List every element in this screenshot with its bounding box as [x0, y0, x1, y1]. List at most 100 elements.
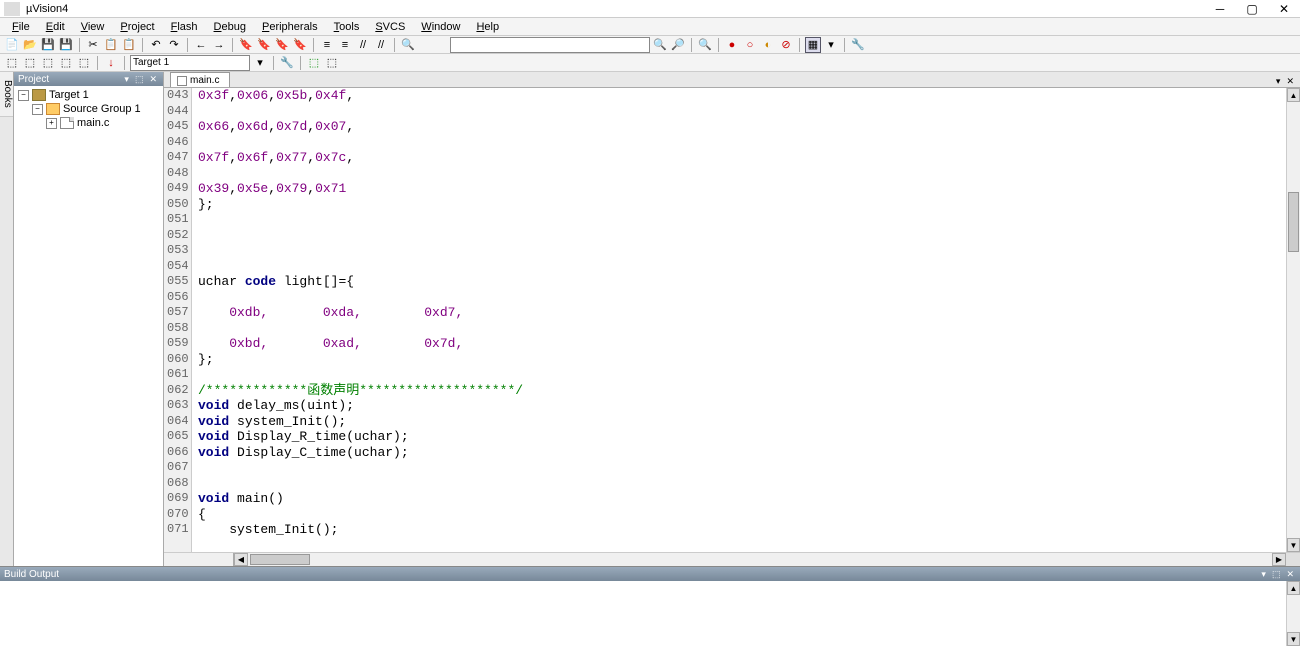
menu-project[interactable]: Project	[112, 21, 162, 33]
indent-right-icon[interactable]: ≡	[337, 37, 353, 53]
target-combo[interactable]	[130, 55, 250, 71]
target-dropdown-icon[interactable]: ▾	[252, 55, 268, 71]
build-vertical-scrollbar[interactable]: ▲ ▼	[1286, 581, 1300, 646]
code-line[interactable]: void system_Init();	[198, 414, 1286, 430]
menu-flash[interactable]: Flash	[163, 21, 206, 33]
undo-icon[interactable]: ↶	[148, 37, 164, 53]
code-line[interactable]	[198, 104, 1286, 120]
code-line[interactable]: void Display_C_time(uchar);	[198, 445, 1286, 461]
editor-vertical-scrollbar[interactable]: ▲ ▼	[1286, 88, 1300, 552]
save-all-icon[interactable]: 💾	[58, 37, 74, 53]
expand-icon[interactable]: +	[46, 118, 57, 129]
code-line[interactable]: 0xbd, 0xad, 0x7d,	[198, 336, 1286, 352]
tree-group-node[interactable]: − Source Group 1	[14, 102, 163, 116]
code-line[interactable]: void main()	[198, 491, 1286, 507]
manage-components-icon[interactable]: ⬚	[324, 55, 340, 71]
bookmark-icon[interactable]: 🔖	[238, 37, 254, 53]
scroll-up-icon[interactable]: ▲	[1287, 88, 1300, 102]
code-line[interactable]: /*************函数声明********************/	[198, 383, 1286, 399]
bookmark-next-icon[interactable]: 🔖	[274, 37, 290, 53]
redo-icon[interactable]: ↷	[166, 37, 182, 53]
menu-peripherals[interactable]: Peripherals	[254, 21, 326, 33]
breakpoint-enable-icon[interactable]: ○	[742, 37, 758, 53]
code-line[interactable]: uchar code light[]={	[198, 274, 1286, 290]
code-line[interactable]: void Display_R_time(uchar);	[198, 429, 1286, 445]
incremental-find-icon[interactable]: 🔎	[670, 37, 686, 53]
build-output-body[interactable]: ▲ ▼	[0, 581, 1300, 646]
expand-icon[interactable]: −	[18, 90, 29, 101]
breakpoint-icon[interactable]: ●	[724, 37, 740, 53]
code-line[interactable]	[198, 460, 1286, 476]
scroll-right-icon[interactable]: ▶	[1272, 553, 1286, 566]
copy-icon[interactable]: 📋	[103, 37, 119, 53]
nav-fwd-icon[interactable]: →	[211, 37, 227, 53]
uncomment-icon[interactable]: //	[373, 37, 389, 53]
cut-icon[interactable]: ✂	[85, 37, 101, 53]
breakpoint-disable-icon[interactable]: ◐	[760, 37, 776, 53]
maximize-button[interactable]: ▢	[1240, 1, 1264, 17]
close-button[interactable]: ✕	[1272, 1, 1296, 17]
editor-tab-mainc[interactable]: main.c	[170, 72, 230, 87]
code-line[interactable]	[198, 166, 1286, 182]
panel-close-icon[interactable]: ✕	[147, 74, 159, 85]
editor-horizontal-scrollbar[interactable]: ◀ ▶	[164, 552, 1300, 566]
new-file-icon[interactable]: 📄	[4, 37, 20, 53]
comment-icon[interactable]: //	[355, 37, 371, 53]
code-line[interactable]	[198, 228, 1286, 244]
project-tree[interactable]: − Target 1 − Source Group 1 + main.c	[14, 86, 163, 566]
find-icon[interactable]: 🔍	[652, 37, 668, 53]
configure-icon[interactable]: 🔧	[850, 37, 866, 53]
panel-dropdown-icon[interactable]: ▾	[122, 74, 131, 85]
find-in-files-icon[interactable]: 🔍	[400, 37, 416, 53]
code-line[interactable]: void delay_ms(uint);	[198, 398, 1286, 414]
sidebar-tab-books[interactable]: Books	[0, 72, 13, 117]
indent-left-icon[interactable]: ≡	[319, 37, 335, 53]
code-line[interactable]: 0x7f,0x6f,0x77,0x7c,	[198, 150, 1286, 166]
menu-edit[interactable]: Edit	[38, 21, 73, 33]
code-line[interactable]: 0x39,0x5e,0x79,0x71	[198, 181, 1286, 197]
bookmark-prev-icon[interactable]: 🔖	[256, 37, 272, 53]
translate-icon[interactable]: ⬚	[4, 55, 20, 71]
expand-icon[interactable]: −	[32, 104, 43, 115]
debug-icon[interactable]: 🔍	[697, 37, 713, 53]
menu-view[interactable]: View	[73, 21, 113, 33]
editor-body[interactable]: 0430440450460470480490500510520530540550…	[164, 88, 1300, 552]
tree-target-node[interactable]: − Target 1	[14, 88, 163, 102]
code-line[interactable]	[198, 259, 1286, 275]
window-layout-icon[interactable]: ▦	[805, 37, 821, 53]
panel-pin-icon[interactable]: ⬚	[133, 74, 146, 85]
menu-file[interactable]: File	[4, 21, 38, 33]
toolbox-dropdown-icon[interactable]: ▾	[823, 37, 839, 53]
scroll-down-icon[interactable]: ▼	[1287, 538, 1300, 552]
doc-tab-splitter[interactable]	[164, 553, 234, 566]
code-line[interactable]: 0x66,0x6d,0x7d,0x07,	[198, 119, 1286, 135]
code-line[interactable]	[198, 321, 1286, 337]
scroll-track[interactable]	[248, 553, 1272, 566]
stop-build-icon[interactable]: ⬚	[76, 55, 92, 71]
code-line[interactable]	[198, 476, 1286, 492]
scroll-track[interactable]	[1287, 102, 1300, 538]
breakpoint-kill-icon[interactable]: ⊘	[778, 37, 794, 53]
code-line[interactable]: system_Init();	[198, 522, 1286, 538]
scroll-up-icon[interactable]: ▲	[1287, 581, 1300, 595]
open-file-icon[interactable]: 📂	[22, 37, 38, 53]
panel-pin-icon[interactable]: ⬚	[1270, 569, 1283, 580]
code-line[interactable]	[198, 135, 1286, 151]
scroll-down-icon[interactable]: ▼	[1287, 632, 1300, 646]
active-files-dropdown-icon[interactable]: ▾	[1274, 76, 1283, 87]
save-icon[interactable]: 💾	[40, 37, 56, 53]
scroll-left-icon[interactable]: ◀	[234, 553, 248, 566]
close-doc-icon[interactable]: ✕	[1284, 76, 1296, 87]
bookmark-clear-icon[interactable]: 🔖	[292, 37, 308, 53]
file-ext-icon[interactable]: ⬚	[306, 55, 322, 71]
menu-svcs[interactable]: SVCS	[367, 21, 413, 33]
tree-file-node[interactable]: + main.c	[14, 116, 163, 130]
build-icon[interactable]: ⬚	[22, 55, 38, 71]
code-line[interactable]: };	[198, 197, 1286, 213]
panel-dropdown-icon[interactable]: ▾	[1259, 569, 1268, 580]
code-line[interactable]: {	[198, 507, 1286, 523]
scroll-thumb[interactable]	[250, 554, 310, 565]
menu-window[interactable]: Window	[413, 21, 468, 33]
rebuild-icon[interactable]: ⬚	[40, 55, 56, 71]
code-line[interactable]	[198, 290, 1286, 306]
